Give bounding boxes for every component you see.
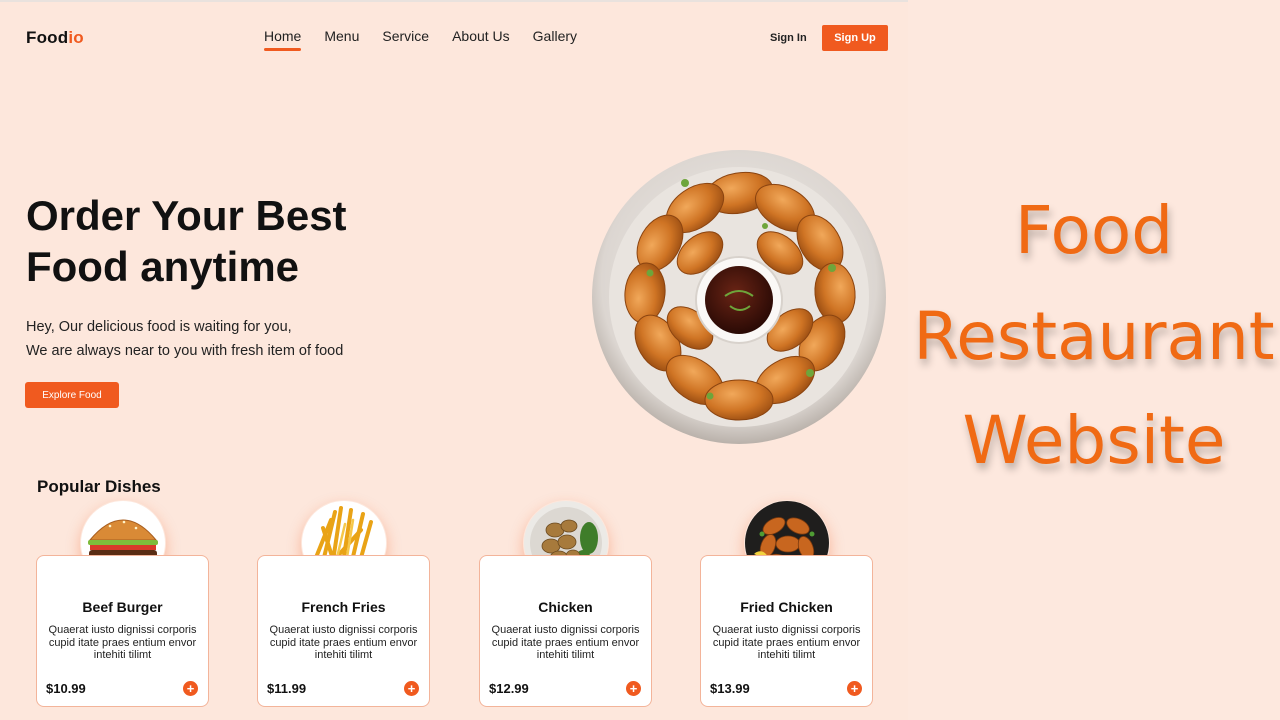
add-to-cart-button[interactable]: +	[183, 681, 198, 696]
dish-name: Beef Burger	[82, 599, 163, 615]
dish-price: $11.99	[267, 681, 307, 696]
dish-description: Quaerat iusto dignissi corporis cupid it…	[491, 624, 640, 661]
add-to-cart-button[interactable]: +	[404, 681, 419, 696]
hero-title-line2: Food anytime	[26, 243, 300, 290]
fried-chicken-plate-image	[592, 150, 886, 444]
overlay-title-line1: Food	[1014, 192, 1174, 269]
explore-food-button[interactable]: Explore Food	[25, 382, 119, 408]
hero-title: Order Your Best Food anytime	[26, 190, 446, 292]
hero-subtitle: Hey, Our delicious food is waiting for y…	[26, 315, 343, 363]
dish-price: $12.99	[489, 681, 529, 696]
sign-up-button[interactable]: Sign Up	[822, 25, 888, 51]
dish-description: Quaerat iusto dignissi corporis cupid it…	[269, 624, 418, 661]
dish-description: Quaerat iusto dignissi corporis cupid it…	[48, 624, 197, 661]
hero-sub-line1: Hey, Our delicious food is waiting for y…	[26, 319, 292, 335]
website-preview: Foodio Home Menu Service About Us Galler…	[0, 0, 908, 720]
popular-dishes-heading: Popular Dishes	[37, 477, 161, 496]
dish-card[interactable]: Fried Chicken Quaerat iusto dignissi cor…	[700, 555, 873, 707]
dish-price: $13.99	[710, 681, 750, 696]
nav-menu[interactable]: Menu	[324, 28, 359, 44]
sign-in-link[interactable]: Sign In	[770, 32, 807, 44]
hero-food-image	[590, 148, 888, 446]
main-nav: Home Menu Service About Us Gallery	[264, 28, 600, 51]
overlay-title-line3: Website	[962, 402, 1226, 479]
hero-sub-line2: We are always near to you with fresh ite…	[26, 343, 344, 359]
nav-gallery[interactable]: Gallery	[533, 28, 577, 44]
nav-home[interactable]: Home	[264, 28, 302, 51]
dish-price: $10.99	[46, 681, 86, 696]
overlay-title-line2: Restaurant	[913, 298, 1275, 375]
logo-accent: io	[68, 28, 84, 47]
hero-title-line1: Order Your Best	[26, 192, 347, 239]
logo-main: Food	[26, 28, 69, 47]
dish-name: Fried Chicken	[740, 599, 833, 615]
logo[interactable]: Foodio	[26, 28, 84, 48]
dish-name: French Fries	[301, 599, 386, 615]
add-to-cart-button[interactable]: +	[626, 681, 641, 696]
dish-card[interactable]: Chicken Quaerat iusto dignissi corporis …	[479, 555, 652, 707]
add-to-cart-button[interactable]: +	[847, 681, 862, 696]
dish-description: Quaerat iusto dignissi corporis cupid it…	[712, 624, 861, 661]
nav-service[interactable]: Service	[382, 28, 429, 44]
dish-name: Chicken	[538, 599, 593, 615]
nav-about-us[interactable]: About Us	[452, 28, 510, 44]
dish-card[interactable]: Beef Burger Quaerat iusto dignissi corpo…	[36, 555, 209, 707]
dish-card[interactable]: French Fries Quaerat iusto dignissi corp…	[257, 555, 430, 707]
